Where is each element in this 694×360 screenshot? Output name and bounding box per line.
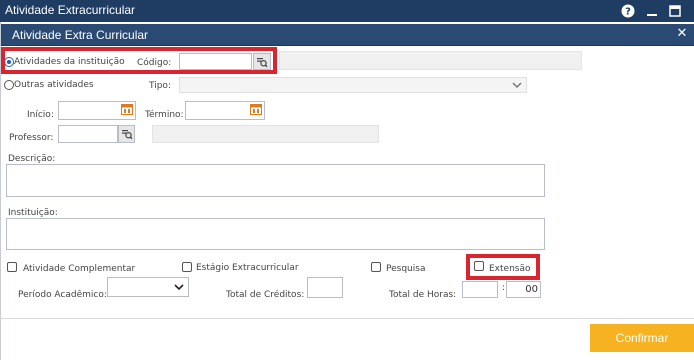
checkbox-atividade-complementar[interactable]: [7, 262, 17, 272]
descricao-label: Descrição:: [8, 154, 56, 164]
total-creditos-label: Total de Créditos:: [226, 290, 305, 300]
professor-search-button[interactable]: [118, 125, 135, 143]
checkbox-estagio-extracurricular-label: Estágio Extracurricular: [196, 263, 299, 273]
radio-outras-atividades[interactable]: [4, 80, 14, 90]
codigo-description-field: [279, 51, 582, 70]
termino-label: Término:: [145, 110, 184, 120]
tipo-select[interactable]: [179, 77, 527, 93]
descricao-textarea[interactable]: [6, 164, 545, 197]
periodo-academico-label: Período Acadêmico:: [18, 290, 107, 300]
tipo-label: Tipo:: [149, 81, 171, 91]
help-icon[interactable]: ?: [620, 3, 636, 19]
total-creditos-input[interactable]: [307, 277, 343, 298]
calendar-icon[interactable]: [121, 103, 133, 115]
dialog-header: Atividade Extra Curricular ✕: [1, 24, 694, 46]
search-list-icon: [121, 130, 133, 140]
periodo-academico-select[interactable]: [107, 277, 189, 297]
total-minutos-input[interactable]: 00: [506, 281, 541, 298]
checkbox-estagio-extracurricular[interactable]: [182, 262, 192, 272]
svg-text:?: ?: [625, 7, 631, 18]
window-title: Atividade Extracurricular: [5, 3, 136, 17]
minimize-icon[interactable]: [644, 3, 660, 19]
inicio-label: Início:: [27, 110, 54, 120]
confirmar-button[interactable]: Confirmar: [590, 324, 694, 352]
instituicao-label: Instituição:: [8, 208, 58, 218]
highlight-atividades-instituicao: [1, 47, 277, 74]
maximize-icon[interactable]: [667, 3, 683, 19]
professor-input[interactable]: [58, 125, 118, 143]
dialog-title: Atividade Extra Curricular: [12, 28, 149, 42]
close-icon[interactable]: ✕: [675, 27, 689, 41]
checkbox-pesquisa[interactable]: [371, 262, 381, 272]
total-horas-input[interactable]: [462, 281, 498, 298]
window-titlebar: Atividade Extracurricular ?: [0, 0, 694, 22]
instituicao-textarea[interactable]: [6, 218, 545, 250]
horas-separator: :: [502, 283, 506, 293]
highlight-extensao: [466, 254, 540, 280]
radio-outras-atividades-label: Outras atividades: [14, 80, 94, 90]
footer-divider: [0, 318, 694, 319]
total-horas-label: Total de Horas:: [389, 290, 457, 300]
checkbox-pesquisa-label: Pesquisa: [386, 264, 426, 274]
chevron-down-icon: [512, 82, 522, 89]
checkbox-atividade-complementar-label: Atividade Complementar: [23, 264, 136, 274]
professor-label: Professor:: [9, 133, 54, 143]
calendar-icon[interactable]: [250, 103, 262, 115]
chevron-down-icon: [174, 284, 184, 291]
professor-name-field: [152, 125, 379, 143]
